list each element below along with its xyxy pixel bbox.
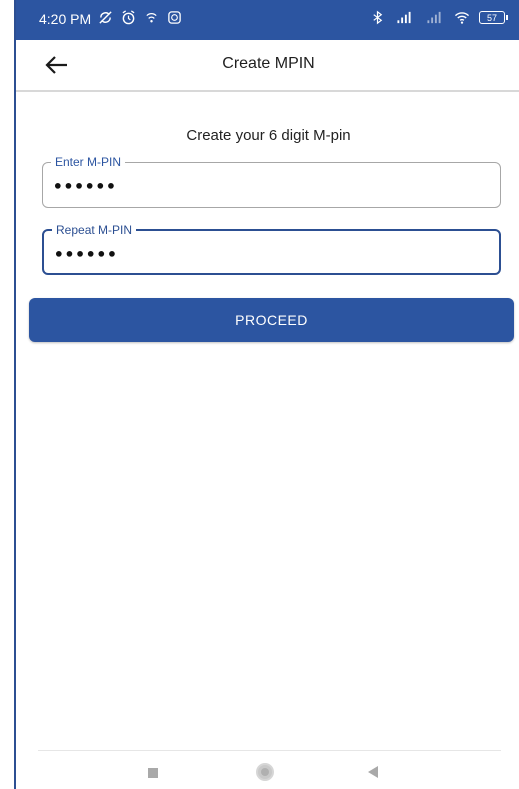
repeat-mpin-input[interactable] xyxy=(54,243,474,265)
status-time: 4:20 PM xyxy=(39,11,92,27)
signal-icon-2 xyxy=(427,11,441,24)
enter-mpin-label: Enter M-PIN xyxy=(51,154,126,170)
app-bar: Create MPIN xyxy=(16,40,519,92)
form-subtitle: Create your 6 digit M-pin xyxy=(186,127,351,144)
bluetooth-icon xyxy=(373,10,383,25)
wifi-call-icon xyxy=(146,13,157,23)
wifi-icon xyxy=(454,12,470,24)
repeat-mpin-field[interactable]: Repeat M-PIN xyxy=(42,222,501,275)
home-icon[interactable] xyxy=(256,763,274,781)
recents-icon[interactable] xyxy=(148,768,158,778)
system-nav-bar xyxy=(38,750,501,789)
alarm-icon xyxy=(122,10,135,25)
app-screen: 4:20 PM 57 Create MPIN Create your 6 dig… xyxy=(14,0,519,789)
proceed-button[interactable]: PROCEED xyxy=(29,298,514,342)
no-sync-icon xyxy=(99,11,112,24)
battery-icon: 57 xyxy=(479,11,508,24)
whatsapp-icon xyxy=(168,11,181,24)
enter-mpin-input[interactable] xyxy=(53,175,473,197)
back-triangle-icon[interactable] xyxy=(368,766,378,778)
repeat-mpin-label: Repeat M-PIN xyxy=(52,222,137,238)
signal-icon xyxy=(397,11,411,24)
status-bar: 4:20 PM 57 xyxy=(16,0,519,40)
status-right-icons: 57 xyxy=(370,10,508,25)
enter-mpin-field[interactable]: Enter M-PIN xyxy=(42,154,501,208)
page-title: Create MPIN xyxy=(222,55,315,72)
status-left-icons xyxy=(98,10,182,25)
